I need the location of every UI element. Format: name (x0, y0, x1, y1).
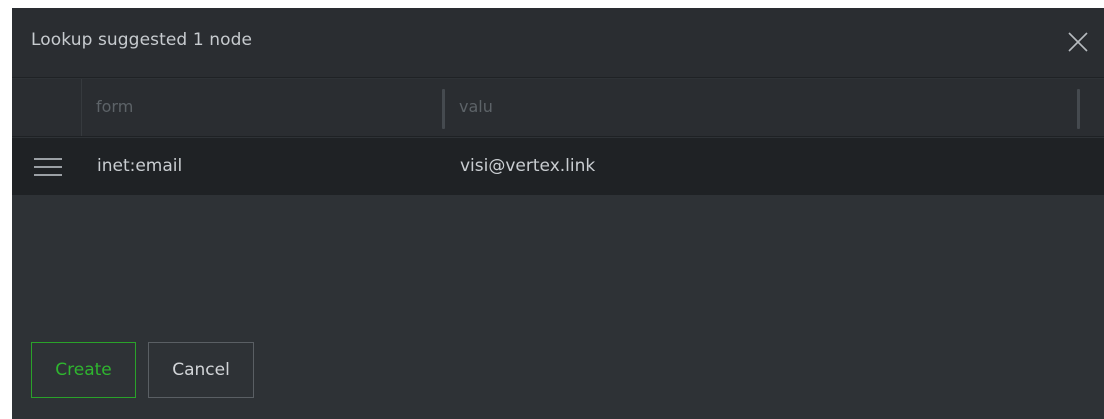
grid-header-handle-column (12, 79, 82, 136)
dialog-header: Lookup suggested 1 node (12, 8, 1104, 78)
column-header-valu[interactable]: valu (445, 79, 1080, 136)
column-resize-handle[interactable] (1077, 89, 1080, 129)
cell-valu: visi@vertex.link (460, 156, 596, 176)
column-header-form[interactable]: form (82, 79, 445, 136)
dialog-title: Lookup suggested 1 node (31, 30, 253, 50)
column-header-label: form (96, 97, 134, 116)
grid-header: form valu (12, 79, 1104, 137)
create-button[interactable]: Create (31, 342, 136, 398)
column-header-label: valu (459, 97, 493, 116)
hamburger-menu-icon-glyph (34, 158, 62, 176)
cancel-button[interactable]: Cancel (148, 342, 254, 398)
close-icon[interactable] (1068, 32, 1088, 52)
close-icon-glyph (1068, 32, 1088, 52)
cell-form: inet:email (97, 156, 183, 176)
lookup-dialog: Lookup suggested 1 node form valu inet:e… (12, 8, 1104, 419)
table-row[interactable]: inet:email visi@vertex.link (12, 138, 1104, 195)
hamburger-menu-icon[interactable] (34, 157, 62, 177)
